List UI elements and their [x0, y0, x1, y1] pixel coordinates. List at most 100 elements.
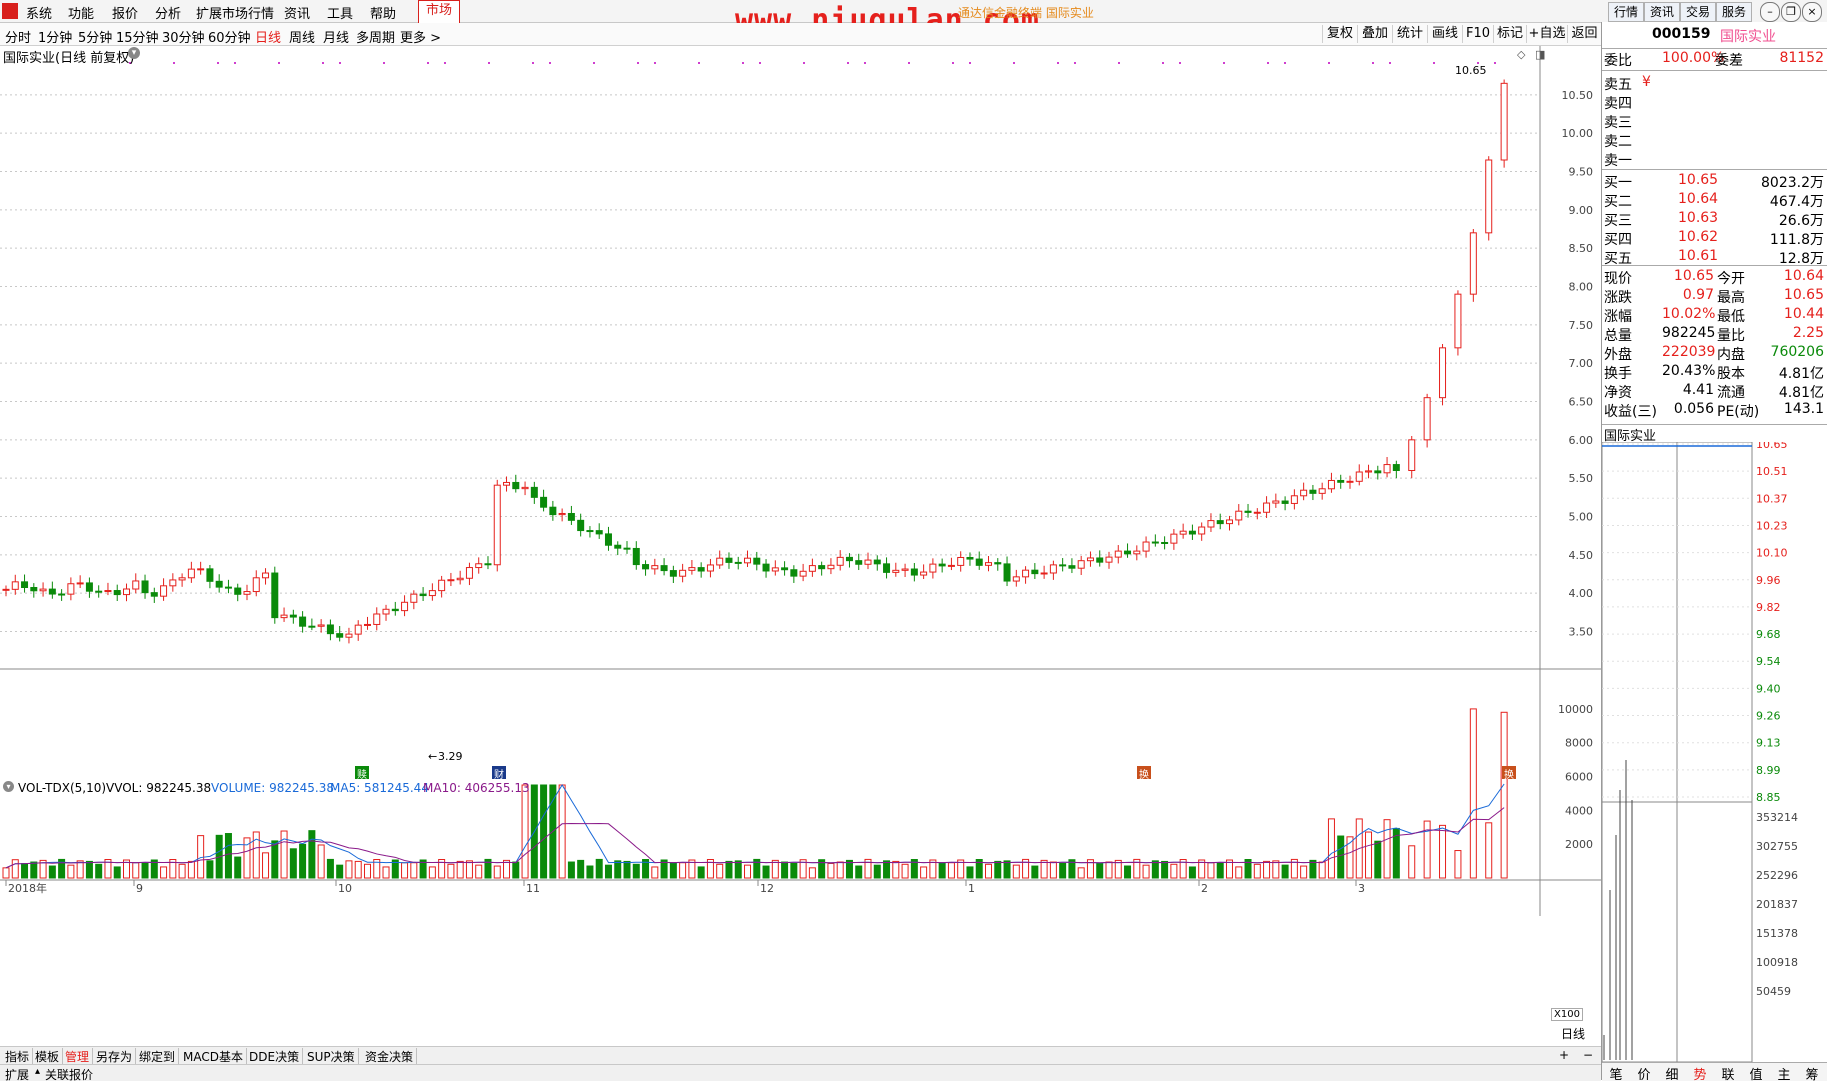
btn-template[interactable]: 模板: [32, 1048, 64, 1065]
panel-tab[interactable]: 细: [1658, 1064, 1686, 1083]
buy-price: 10.61: [1678, 248, 1719, 264]
panel-tab[interactable]: 笔: [1602, 1064, 1630, 1083]
volume-bar: [224, 833, 232, 879]
candle-body: [197, 568, 205, 571]
period-30min[interactable]: 30分钟: [162, 27, 205, 46]
minimize-icon[interactable]: –: [1760, 2, 1780, 22]
period-intraday[interactable]: 分时: [5, 27, 31, 46]
candle-body: [558, 512, 566, 516]
menu-info[interactable]: 资讯: [284, 3, 310, 22]
panel-toggle-icon[interactable]: ◨: [1535, 48, 1545, 61]
panel-tab[interactable]: 联: [1714, 1064, 1742, 1083]
tool-stats[interactable]: 统计: [1392, 25, 1427, 43]
period-daily[interactable]: 日线: [255, 27, 281, 46]
period-monthly[interactable]: 月线: [323, 27, 349, 46]
menu-function[interactable]: 功能: [68, 3, 94, 22]
btn-save-as[interactable]: 另存为: [93, 1048, 137, 1065]
candle-body: [1170, 533, 1178, 544]
quote-row: 卖三: [1602, 112, 1827, 131]
period-15min[interactable]: 15分钟: [116, 27, 159, 46]
candle-body: [818, 565, 826, 570]
btn-linked-quote[interactable]: 关联报价: [42, 1066, 96, 1083]
chevron-down-icon[interactable]: ▾: [3, 781, 14, 792]
menu-system[interactable]: 系统: [26, 3, 52, 22]
stat-label: 今开: [1717, 271, 1745, 287]
event-marker-turnover-2[interactable]: 换: [1502, 766, 1516, 781]
tool-add-favorite[interactable]: +自选: [1526, 25, 1567, 43]
btn-extend[interactable]: 扩展: [2, 1066, 32, 1083]
tab-service[interactable]: 服务: [1716, 2, 1752, 22]
period-multi[interactable]: 多周期: [356, 27, 395, 46]
panel-tab[interactable]: 势: [1686, 1064, 1714, 1083]
volume-bar: [521, 784, 529, 879]
candle-body: [1198, 526, 1206, 535]
mini-price-tick: 10.51: [1756, 465, 1788, 478]
zoom-out-button[interactable]: −: [1580, 1048, 1596, 1062]
btn-manage[interactable]: 管理: [62, 1048, 94, 1065]
zoom-in-button[interactable]: +: [1556, 1048, 1572, 1062]
tool-mark[interactable]: 标记: [1493, 25, 1526, 43]
panel-tab[interactable]: 筹: [1798, 1064, 1826, 1083]
tool-draw[interactable]: 画线: [1427, 25, 1462, 43]
btn-fund[interactable]: 资金决策: [362, 1048, 418, 1065]
period-weekly[interactable]: 周线: [289, 27, 315, 46]
candle-body: [410, 593, 418, 603]
period-60min[interactable]: 60分钟: [208, 27, 251, 46]
btn-indicator[interactable]: 指标: [2, 1048, 34, 1065]
tool-f10[interactable]: F10: [1462, 25, 1493, 43]
price-tick: 10.00: [1562, 127, 1594, 140]
volume-bar: [1012, 864, 1020, 879]
vol-indicator-name[interactable]: VOL-TDX(5,10): [18, 781, 106, 795]
candle-body: [104, 590, 112, 593]
btn-sup[interactable]: SUP决策: [304, 1048, 359, 1065]
candle-body: [734, 561, 742, 564]
close-icon[interactable]: ×: [1802, 2, 1822, 22]
period-1min[interactable]: 1分钟: [38, 27, 72, 46]
event-marker-turnover[interactable]: 换: [1137, 766, 1151, 781]
menu-help[interactable]: 帮助: [370, 3, 396, 22]
chevron-down-icon[interactable]: ▾: [128, 47, 140, 59]
event-marker-redemption[interactable]: 赎: [355, 766, 369, 781]
menu-quote[interactable]: 报价: [112, 3, 138, 22]
menu-tools[interactable]: 工具: [327, 3, 353, 22]
stat-value: 760206: [1770, 344, 1824, 360]
panel-tab[interactable]: 主: [1770, 1064, 1798, 1083]
stat-label: 量比: [1717, 328, 1745, 344]
tab-trade[interactable]: 交易: [1680, 2, 1716, 22]
tab-info[interactable]: 资讯: [1644, 2, 1680, 22]
market-tab[interactable]: 市场: [418, 0, 460, 24]
mini-volume-tick: 353214: [1756, 811, 1798, 824]
event-dot: [698, 62, 700, 64]
stock-code: 000159: [1652, 26, 1711, 42]
mini-intraday-chart[interactable]: 10.65 10.51 10.37 10.23 10.10 9.96 9.82 9.68 9.5…: [1602, 442, 1827, 1062]
btn-macd[interactable]: MACD基本: [180, 1048, 247, 1065]
btn-dde[interactable]: DDE决策: [246, 1048, 304, 1065]
tab-quote[interactable]: 行情: [1608, 2, 1644, 22]
restore-icon[interactable]: ❐: [1781, 2, 1801, 22]
mini-price-tick: 10.65: [1756, 442, 1788, 451]
candle-body: [336, 633, 344, 638]
menu-analysis[interactable]: 分析: [155, 3, 181, 22]
volume-bar: [465, 860, 473, 879]
tool-overlay[interactable]: 叠加: [1357, 25, 1392, 43]
period-5min[interactable]: 5分钟: [78, 27, 112, 46]
tool-back[interactable]: 返回: [1567, 25, 1601, 43]
event-marker-finance[interactable]: 财: [492, 766, 506, 781]
period-more[interactable]: 更多 >: [400, 27, 441, 46]
panel-tab[interactable]: 价: [1630, 1064, 1658, 1083]
quote-row: 买一 10.65 8023.2万: [1602, 172, 1827, 191]
candle-body: [401, 601, 409, 612]
event-dot: [1389, 62, 1391, 64]
volume-bar: [354, 860, 362, 879]
volume-bar: [262, 852, 270, 879]
btn-bind[interactable]: 绑定到: [136, 1048, 180, 1065]
app-logo-icon[interactable]: [2, 3, 18, 19]
mini-price-tick: 9.13: [1756, 737, 1781, 750]
stock-name: 国际实业: [1720, 29, 1776, 45]
diamond-icon[interactable]: ◇: [1517, 48, 1525, 61]
menu-ext-market[interactable]: 扩展市场行情: [196, 3, 274, 22]
panel-tab[interactable]: 值: [1742, 1064, 1770, 1083]
volume-bar: [280, 830, 288, 879]
tool-fuquan[interactable]: 复权: [1322, 25, 1357, 43]
kline-chart[interactable]: 10.50 10.00 9.50 9.00 8.50 8.00 7.50 7.00 6.50 6.…: [0, 46, 1601, 1046]
